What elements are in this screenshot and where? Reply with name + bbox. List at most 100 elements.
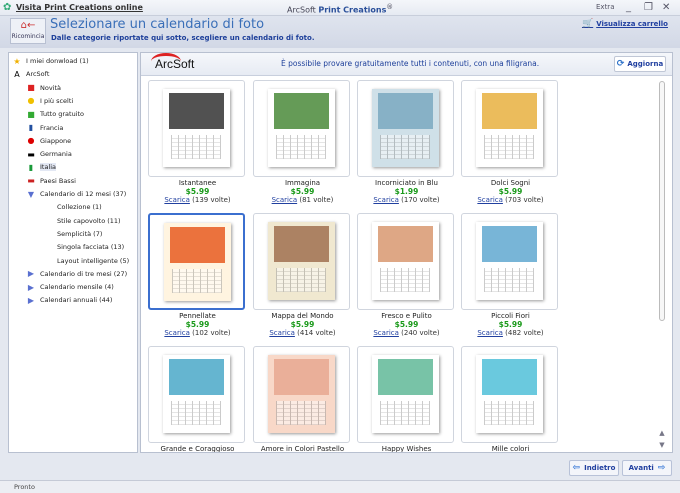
template-card[interactable]: Istantanee $5.99 Scarica (139 volte)	[148, 80, 247, 204]
tree-item[interactable]: Layout intelligente (5)	[57, 255, 129, 267]
tree-item[interactable]: ■ Novità	[25, 82, 61, 94]
scroll-down-icon[interactable]: ▼	[656, 441, 668, 449]
template-thumbnail[interactable]	[148, 80, 245, 177]
template-name: Mappa del Mondo	[271, 312, 334, 320]
calendar-dates	[276, 401, 326, 425]
scroll-up-icon[interactable]: ▲	[656, 429, 668, 437]
tree-item[interactable]: ▶ Calendario mensile (4)	[25, 281, 114, 293]
cart-icon: 🛒	[581, 19, 594, 29]
template-card[interactable]: Immagina $5.99 Scarica (81 volte)	[253, 80, 352, 204]
tree-item[interactable]: ▶ Calendari annuali (44)	[25, 294, 113, 306]
restore-button[interactable]: ❐	[644, 2, 653, 13]
refresh-button[interactable]: ⟳ Aggiorna	[614, 56, 666, 72]
download-count: (414 volte)	[297, 329, 336, 337]
download-link[interactable]: Scarica	[269, 329, 295, 337]
tree-item[interactable]: Stile capovolto (11)	[57, 215, 121, 227]
template-card[interactable]: Amore in Colori Pastello	[253, 346, 352, 452]
extra-menu[interactable]: Extra	[596, 2, 614, 13]
tree-item[interactable]: ▮ Francia	[25, 122, 64, 134]
template-price: $5.99	[185, 187, 210, 196]
download-info: Scarica (414 volte)	[253, 329, 352, 337]
template-card[interactable]: Fresco e Pulito $5.99 Scarica (240 volte)	[357, 213, 456, 337]
template-card[interactable]: Grande e Coraggioso	[148, 346, 247, 452]
arcsoft-logo: ArcSoft	[150, 53, 195, 71]
scrollbar-thumb[interactable]	[659, 81, 665, 321]
app-title: ArcSoft Print Creations®	[287, 3, 393, 15]
template-card[interactable]: Piccoli Fiori $5.99 Scarica (482 volte)	[461, 213, 560, 337]
tree-item-label: Tutto gratuito	[40, 110, 85, 119]
tree-item[interactable]: A ArcSoft	[11, 68, 49, 80]
minimize-button[interactable]: _	[626, 2, 631, 13]
scrollbar[interactable]: ▲ ▼	[656, 79, 668, 449]
template-thumbnail[interactable]	[148, 346, 245, 443]
download-count: (81 volte)	[299, 196, 334, 204]
template-name: Happy Wishes	[381, 445, 432, 452]
download-link[interactable]: Scarica	[272, 196, 298, 204]
download-count: (102 volte)	[192, 329, 231, 337]
template-card[interactable]: Mille colori	[461, 346, 560, 452]
download-link[interactable]: Scarica	[373, 196, 399, 204]
tree-item[interactable]: ★ I miei donwload (1)	[11, 55, 88, 67]
restart-label: Ricomincia	[11, 33, 45, 40]
download-link[interactable]: Scarica	[477, 329, 503, 337]
tree-item[interactable]: ■ Tutto gratuito	[25, 108, 84, 120]
download-count: (139 volte)	[192, 196, 231, 204]
template-thumbnail[interactable]	[461, 346, 558, 443]
refresh-label: Aggiorna	[627, 60, 664, 68]
tree-item-label: Novità	[40, 83, 62, 92]
template-card[interactable]: Happy Wishes	[357, 346, 456, 452]
template-thumbnail[interactable]	[461, 80, 558, 177]
template-price: $1.99	[394, 187, 419, 196]
page-subtitle: Dalle categorie riportate qui sotto, sce…	[51, 34, 315, 42]
close-button[interactable]: ✕	[662, 2, 670, 13]
tree-item[interactable]: ▼ Calendario di 12 mesi (37)	[25, 188, 126, 200]
tree-item[interactable]: ● I più scelti	[25, 95, 74, 107]
download-link[interactable]: Scarica	[164, 329, 190, 337]
arcsoft-icon: A	[14, 69, 20, 79]
tree-item-label: Calendari annuali (44)	[40, 296, 113, 305]
view-cart-link[interactable]: 🛒 Visualizza carrello	[582, 19, 668, 29]
download-info: Scarica (102 volte)	[148, 329, 247, 337]
template-card[interactable]: Pennellate $5.99 Scarica (102 volte)	[148, 213, 247, 337]
next-button[interactable]: Avanti ⇨	[622, 460, 672, 476]
calendar-dates	[171, 401, 221, 425]
tree-item[interactable]: Singola facciata (13)	[57, 241, 124, 253]
tree-item[interactable]: ▮ Italia	[25, 161, 57, 173]
tree-item[interactable]: Collezione (1)	[57, 201, 102, 213]
template-thumbnail[interactable]	[461, 213, 558, 310]
download-count: (240 volte)	[401, 329, 440, 337]
template-thumbnail[interactable]	[253, 80, 350, 177]
title-bar: ✿ Visita Print Creations online ArcSoft …	[0, 0, 680, 16]
watermark-notice: È possibile provare gratuitamente tutti …	[281, 59, 540, 68]
free-badge-icon: ■	[27, 109, 35, 119]
template-card[interactable]: Incorniciato in Blu $1.99 Scarica (170 vol…	[357, 80, 456, 204]
template-thumbnail[interactable]	[357, 80, 454, 177]
tree-item[interactable]: ▬ Paesi Bassi	[25, 175, 76, 187]
template-thumbnail[interactable]	[253, 213, 350, 310]
template-name: Grande e Coraggioso	[160, 445, 235, 452]
template-name: Amore in Colori Pastello	[260, 445, 345, 452]
calendar-photo	[482, 93, 537, 129]
template-thumbnail[interactable]	[357, 346, 454, 443]
template-thumbnail[interactable]	[148, 213, 245, 310]
view-cart-label: Visualizza carrello	[596, 20, 668, 28]
template-card[interactable]: Dolci Sogni $5.99 Scarica (703 volte)	[461, 80, 560, 204]
back-button[interactable]: ⇦ Indietro	[569, 460, 619, 476]
tree-item[interactable]: ● Giappone	[25, 135, 72, 147]
calendar-photo	[169, 93, 224, 129]
tree-item[interactable]: ▶ Calendario di tre mesi (27)	[25, 268, 127, 280]
tree-item[interactable]: Semplicità (7)	[57, 228, 102, 240]
template-card[interactable]: Mappa del Mondo $5.99 Scarica (414 volte)	[253, 213, 352, 337]
flag-japan-icon: ●	[27, 136, 35, 146]
template-thumbnail[interactable]	[253, 346, 350, 443]
download-link[interactable]: Scarica	[477, 196, 503, 204]
download-link[interactable]: Scarica	[373, 329, 399, 337]
restart-button[interactable]: ⌂← Ricomincia	[10, 18, 46, 44]
download-count: (703 volte)	[505, 196, 544, 204]
flag-france-icon: ▮	[28, 123, 34, 132]
tree-item-label: Calendario mensile (4)	[40, 283, 114, 292]
template-thumbnail[interactable]	[357, 213, 454, 310]
tree-item[interactable]: ▬ Germania	[25, 148, 72, 160]
tree-item-label: Layout intelligente (5)	[57, 256, 130, 265]
download-link[interactable]: Scarica	[164, 196, 190, 204]
